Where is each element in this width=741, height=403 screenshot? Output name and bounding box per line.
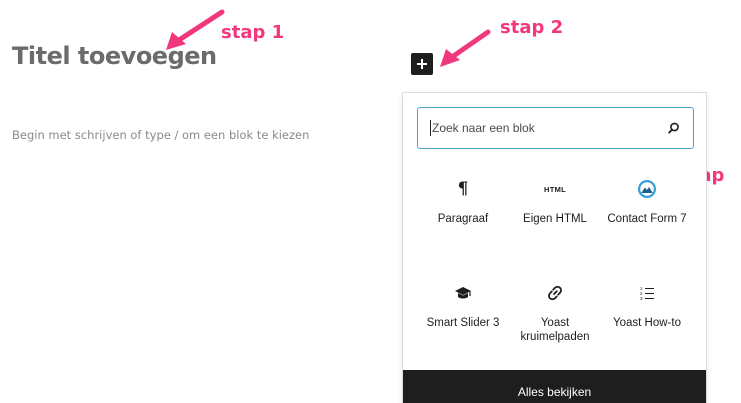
annotation-step-1: stap 1 xyxy=(221,22,285,43)
graduation-cap-icon xyxy=(454,281,472,305)
add-block-button[interactable] xyxy=(411,53,433,75)
contact-form-7-icon xyxy=(637,177,657,201)
svg-text:3: 3 xyxy=(640,296,643,301)
block-label: Eigen HTML xyxy=(523,213,587,225)
block-contact-form-7[interactable]: Contact Form 7 xyxy=(601,177,693,226)
block-placeholder[interactable]: Begin met schrijven of type / om een blo… xyxy=(12,128,309,142)
html-icon: HTML xyxy=(543,184,567,194)
block-paragraph[interactable]: ¶ Paragraaf xyxy=(417,177,509,226)
annotation-step-2: stap 2 xyxy=(500,17,564,38)
text-caret xyxy=(430,120,431,136)
browse-all-button[interactable]: Alles bekijken xyxy=(403,370,706,403)
block-label: Paragraaf xyxy=(437,213,489,225)
block-inserter-panel: ¶ Paragraaf HTML Eigen HTML Contact Form… xyxy=(402,92,707,403)
block-yoast-how-to[interactable]: 1 2 3 Yoast How-to xyxy=(601,281,693,330)
annotation-arrow-2 xyxy=(440,29,491,67)
numbered-list-icon: 1 2 3 xyxy=(639,281,655,305)
block-label: Smart Slider 3 xyxy=(426,317,500,329)
block-search[interactable] xyxy=(417,107,694,149)
block-custom-html[interactable]: HTML Eigen HTML xyxy=(509,177,601,226)
block-label: Yoast How-to xyxy=(613,317,681,329)
block-smart-slider-3[interactable]: Smart Slider 3 xyxy=(417,281,509,330)
plus-icon xyxy=(417,59,427,69)
block-label: Contact Form 7 xyxy=(607,213,687,225)
search-icon[interactable] xyxy=(667,121,681,135)
annotation-arrow-1 xyxy=(166,9,225,50)
block-yoast-breadcrumbs[interactable]: Yoast kruimelpaden xyxy=(509,281,601,344)
paragraph-icon: ¶ xyxy=(457,179,469,199)
block-search-input[interactable] xyxy=(432,121,667,135)
block-label: Yoast kruimelpaden xyxy=(520,317,590,343)
link-icon xyxy=(547,281,563,305)
